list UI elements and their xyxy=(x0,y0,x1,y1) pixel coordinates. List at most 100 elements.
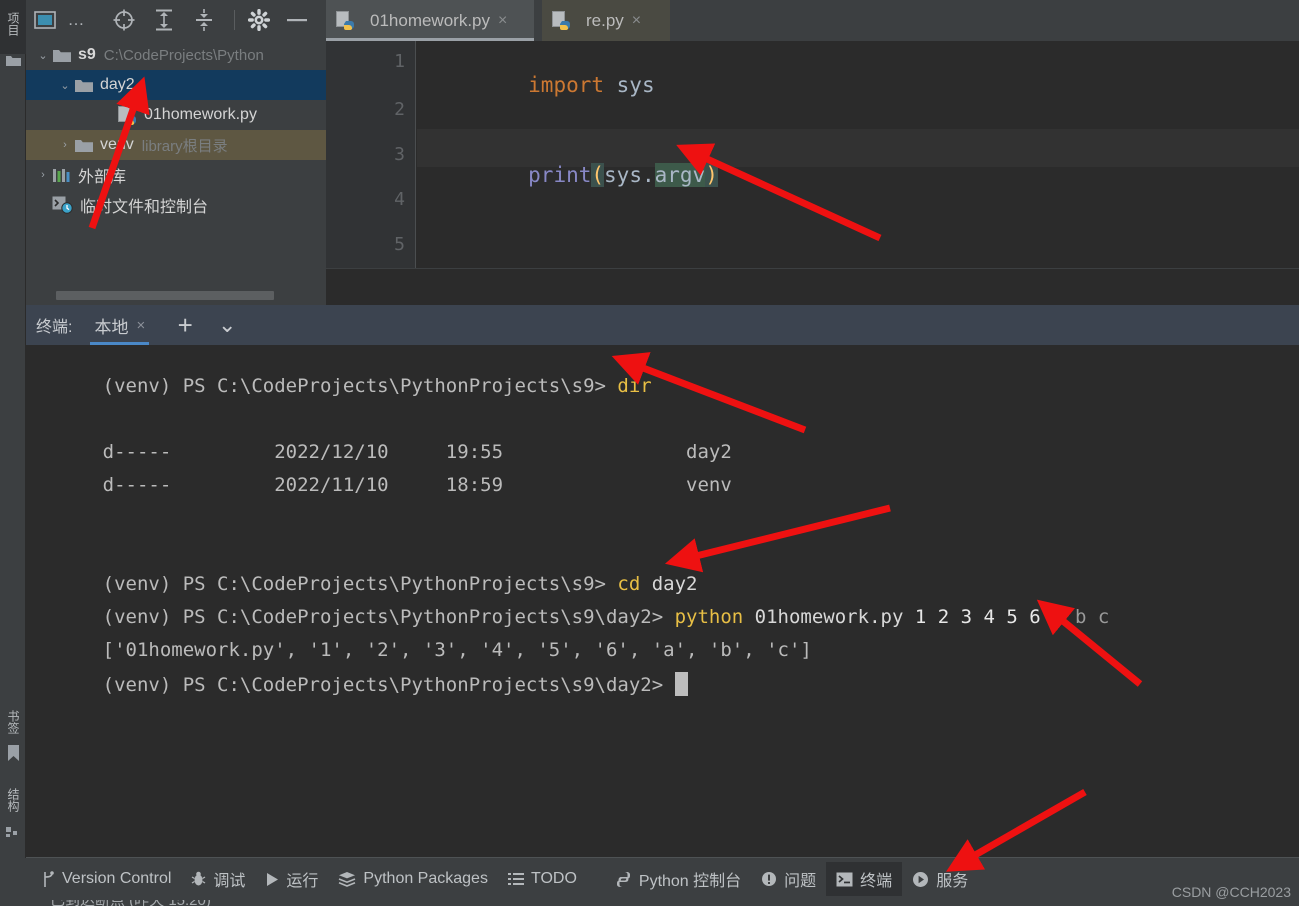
sidebar-item-bookmarks[interactable]: 书签 xyxy=(0,700,26,744)
folder-glyph xyxy=(75,79,93,92)
tab-label-re: re.py xyxy=(586,10,624,30)
line-number: 5 xyxy=(394,234,405,255)
gear-glyph xyxy=(248,9,270,31)
tree-label-venv: venv xyxy=(100,136,134,153)
bottom-terminal[interactable]: 终端 xyxy=(826,862,903,896)
packages-glyph xyxy=(339,872,356,887)
collapse-all-icon[interactable] xyxy=(184,5,224,35)
close-icon[interactable]: × xyxy=(136,317,145,334)
code-token-close-paren: ) xyxy=(705,163,718,187)
minimize-glyph xyxy=(287,19,307,22)
warning-icon xyxy=(761,871,777,887)
terminal-prompt: (venv) PS C:\CodeProjects\PythonProjects… xyxy=(102,375,618,397)
editor-gutter[interactable]: 1 2 3 4 5 xyxy=(326,41,416,268)
structure-glyph xyxy=(6,827,17,837)
chevron-down-icon[interactable]: ⌄ xyxy=(209,305,245,345)
tree-row-venv[interactable]: › venv library根目录 xyxy=(26,130,326,160)
bottom-label: Python 控制台 xyxy=(638,873,742,890)
terminal-output[interactable]: (venv) PS C:\CodeProjects\PythonProjects… xyxy=(26,345,1299,858)
python-file-glyph xyxy=(118,105,136,125)
bottom-run[interactable]: 运行 xyxy=(255,862,328,896)
minimize-icon[interactable] xyxy=(278,5,316,35)
terminal-dir-entry-venv: d----- 2022/11/10 18:59 venv xyxy=(102,474,732,496)
python-icon xyxy=(615,871,632,888)
project-tree[interactable]: ⌄ s9 C:\CodeProjects\Python ⌄ day2 01hom… xyxy=(26,40,326,288)
tree-label-s9: s9 xyxy=(78,46,96,63)
code-token-print: print xyxy=(528,163,592,187)
code-line-1: import sys xyxy=(427,49,655,121)
bottom-python-console[interactable]: Python 控制台 xyxy=(605,862,751,896)
sidebar-item-project[interactable]: 项目 xyxy=(0,2,26,46)
tab-01homework[interactable]: 01homework.py × xyxy=(326,0,534,41)
gear-icon[interactable] xyxy=(240,5,278,35)
bottom-label: 运行 xyxy=(286,873,319,890)
status-bar-text: 已到达断点 (昨天 15:20) xyxy=(50,900,211,906)
bottom-services[interactable]: 服务 xyxy=(902,862,978,896)
editor-bottom-strip xyxy=(326,268,1299,305)
project-view-icon[interactable] xyxy=(26,5,64,35)
terminal-prompt: (venv) PS C:\CodeProjects\PythonProjects… xyxy=(102,674,675,696)
terminal-tab-label: 本地 xyxy=(94,317,129,337)
left-tool-strip: 项目 书签 结构 xyxy=(0,0,26,906)
bottom-problems[interactable]: 问题 xyxy=(751,862,826,896)
scratch-icon xyxy=(52,196,74,214)
code-token-sys-dot: sys. xyxy=(604,163,655,187)
project-toolbar: … xyxy=(26,0,326,40)
tree-row-project-root[interactable]: ⌄ s9 C:\CodeProjects\Python xyxy=(26,40,326,70)
line-number: 4 xyxy=(394,189,405,210)
close-icon[interactable]: × xyxy=(632,12,641,30)
terminal-icon xyxy=(836,872,853,887)
bookmark-icon[interactable] xyxy=(0,744,26,766)
pycharm-window: 项目 书签 结构 … ⌄ s9 C:\CodeProjects\Python ⌄… xyxy=(0,0,1299,906)
project-view-glyph xyxy=(34,11,56,29)
structure-icon[interactable] xyxy=(0,826,26,842)
chevron-right-icon[interactable]: › xyxy=(34,169,52,181)
bottom-version-control[interactable]: Version Control xyxy=(32,862,181,896)
python-file-icon xyxy=(118,105,138,125)
folder-icon[interactable] xyxy=(0,54,26,71)
tree-label-external-libraries: 外部库 xyxy=(78,169,127,186)
code-token-argv: argv xyxy=(654,163,706,187)
code-editor[interactable]: import sys print(sys.argv) xyxy=(417,41,1299,268)
list-glyph xyxy=(507,873,524,885)
tree-label-01homework: 01homework.py xyxy=(144,106,257,123)
code-token-sys: sys xyxy=(604,73,655,97)
tree-row-scratches[interactable]: 临时文件和控制台 xyxy=(26,190,326,220)
status-bar: 已到达断点 (昨天 15:20) xyxy=(26,900,1299,906)
bug-glyph xyxy=(192,871,206,886)
code-token-import: import xyxy=(528,73,605,97)
tree-row-day2[interactable]: ⌄ day2 xyxy=(26,70,326,100)
terminal-tab-local[interactable]: 本地 × xyxy=(86,305,153,345)
tab-re[interactable]: re.py × xyxy=(542,0,670,41)
library-glyph xyxy=(53,168,70,182)
project-view-more-icon[interactable]: … xyxy=(64,5,88,35)
python-file-icon xyxy=(336,11,356,30)
locate-crosshair-icon[interactable] xyxy=(104,5,144,35)
bottom-tool-bar: Version Control 调试 运行 Python Packages TO… xyxy=(26,858,1299,900)
terminal-title: 终端: xyxy=(36,319,73,336)
folder-icon xyxy=(74,78,94,93)
project-tree-hscrollbar[interactable] xyxy=(56,291,274,300)
add-terminal-button[interactable]: + xyxy=(167,305,203,345)
chevron-down-icon[interactable]: ⌄ xyxy=(56,79,74,92)
code-line-3: print(sys.argv) xyxy=(427,139,718,211)
warning-glyph xyxy=(762,872,777,886)
terminal-args-letters: a b c xyxy=(1040,606,1110,628)
bottom-debug[interactable]: 调试 xyxy=(181,862,255,896)
collapse-glyph xyxy=(196,9,212,31)
tree-row-01homework[interactable]: 01homework.py xyxy=(26,100,326,130)
tab-label-01homework: 01homework.py xyxy=(370,10,491,30)
tree-row-external-libraries[interactable]: › 外部库 xyxy=(26,160,326,190)
editor-area: 01homework.py × re.py × 1 2 3 4 5 import… xyxy=(326,0,1299,305)
play-icon xyxy=(265,872,279,887)
watermark: CSDN @CCH2023 xyxy=(1171,884,1291,900)
bottom-python-packages[interactable]: Python Packages xyxy=(328,862,498,896)
sidebar-item-structure[interactable]: 结构 xyxy=(0,778,26,822)
packages-icon xyxy=(338,871,356,887)
close-icon[interactable]: × xyxy=(498,12,507,30)
expand-all-icon[interactable] xyxy=(144,5,184,35)
chevron-down-icon[interactable]: ⌄ xyxy=(34,49,52,62)
chevron-right-icon[interactable]: › xyxy=(56,139,74,151)
bottom-todo[interactable]: TODO xyxy=(498,862,587,896)
line-number: 1 xyxy=(394,51,405,72)
